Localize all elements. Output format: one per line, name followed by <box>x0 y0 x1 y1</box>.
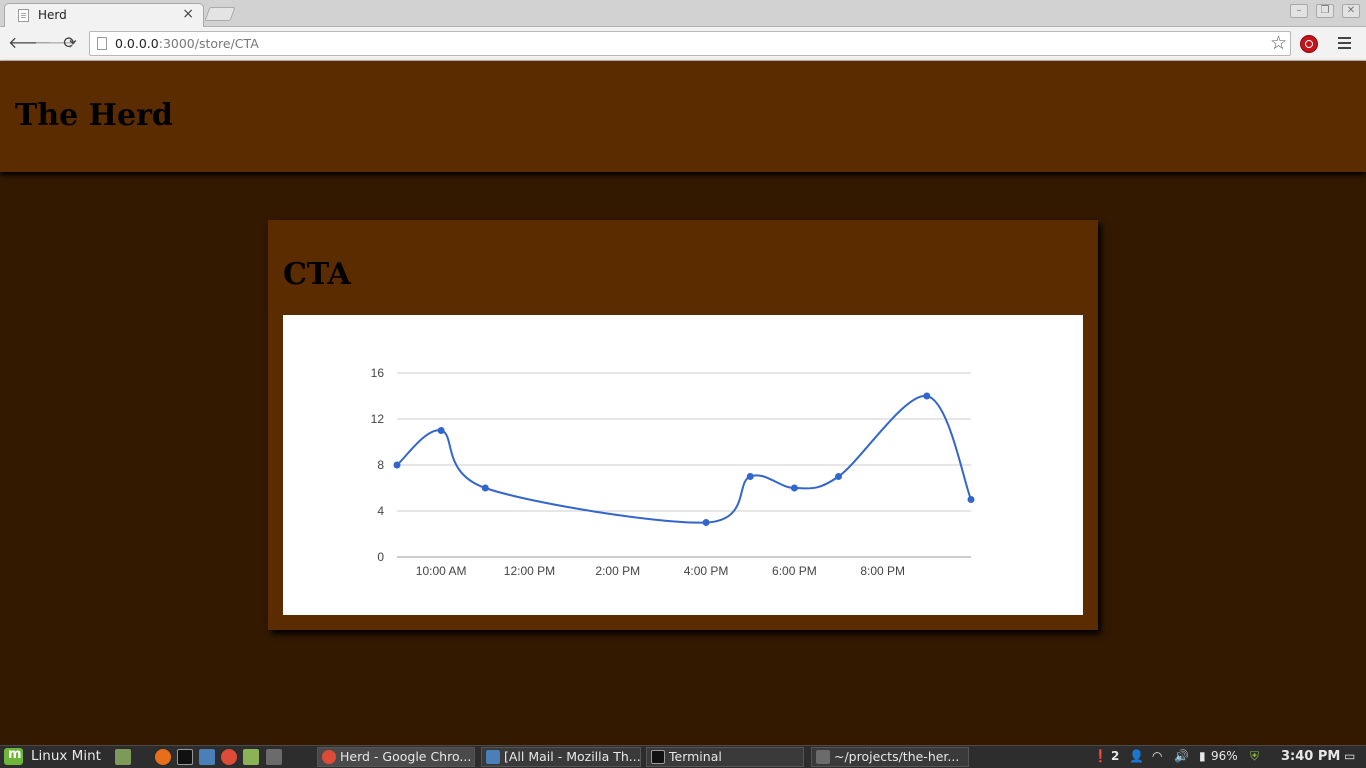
site-title: The Herd <box>15 98 173 133</box>
tab-title: Herd <box>38 8 67 22</box>
task-label: Herd - Google Chro... <box>340 749 472 764</box>
url-text: 0.0.0.0:3000/store/CTA <box>115 36 259 51</box>
site-header: The Herd <box>0 61 1366 172</box>
browser-toolbar: 🡐 🡒 ⟳ 0.0.0.0:3000/store/CTA ☆ <box>0 27 1366 61</box>
new-tab-button[interactable] <box>204 7 236 21</box>
reload-icon[interactable]: ⟳ <box>61 34 79 52</box>
user-icon[interactable]: 👤 <box>1129 749 1144 763</box>
files-icon[interactable] <box>243 749 259 765</box>
x-tick-label: 8:00 PM <box>860 564 905 578</box>
line-chart: 0 4 8 12 16 10:00 AM 12:00 PM 2:00 PM 4:00 PM 6:0… <box>283 315 1083 615</box>
page-icon <box>97 37 107 50</box>
store-title: CTA <box>283 257 351 292</box>
data-point <box>746 473 754 480</box>
taskbar: Linux Mint Herd - Google Chro... [All Ma… <box>0 745 1366 768</box>
workspace-switcher-icon[interactable]: ▭ <box>1344 749 1355 763</box>
y-tick-label: 16 <box>371 366 385 380</box>
page-favicon-icon <box>18 9 29 22</box>
y-tick-label: 4 <box>377 504 384 518</box>
notification-count: 2 <box>1111 749 1120 763</box>
clock[interactable]: 3:40 PM <box>1281 749 1340 764</box>
forward-arrow-icon[interactable]: 🡒 <box>34 34 77 52</box>
close-window-icon[interactable]: ✕ <box>1342 4 1360 18</box>
thunderbird-icon[interactable] <box>199 749 215 765</box>
y-tick-label: 8 <box>377 458 384 472</box>
url-path: :3000/store/CTA <box>158 36 259 51</box>
volume-icon[interactable]: 🔊 <box>1174 749 1189 763</box>
x-tick-label: 4:00 PM <box>684 564 729 578</box>
page-viewport: The Herd CTA 0 4 8 12 16 10:00 AM 12:00 PM 2:00… <box>0 61 1366 745</box>
y-tick-label: 12 <box>371 412 385 426</box>
x-tick-label: 10:00 AM <box>416 564 467 578</box>
x-tick-label: 6:00 PM <box>772 564 817 578</box>
start-menu-label[interactable]: Linux Mint <box>31 748 101 764</box>
data-point <box>790 484 798 492</box>
data-point <box>393 461 401 469</box>
address-bar[interactable]: 0.0.0.0:3000/store/CTA ☆ <box>89 31 1291 56</box>
task-label: ~/projects/the-her... <box>834 749 960 764</box>
data-point <box>835 473 843 480</box>
show-desktop-icon[interactable] <box>115 749 131 765</box>
y-tick-label: 0 <box>377 550 384 564</box>
series-line <box>396 394 972 524</box>
x-tick-label: 12:00 PM <box>504 564 555 578</box>
chrome-icon <box>322 750 336 764</box>
store-card: CTA 0 4 8 12 16 10:00 AM 12:00 PM 2:00 PM 4:00 P… <box>268 220 1098 630</box>
browser-titlebar: Herd × – ❐ ✕ <box>0 0 1366 27</box>
url-host: 0.0.0.0 <box>115 36 159 51</box>
tab-close-icon[interactable]: × <box>182 6 194 22</box>
editor-icon <box>816 750 830 764</box>
task-label: [All Mail - Mozilla Th... <box>504 749 641 764</box>
terminal-icon <box>651 750 665 764</box>
chrome-icon[interactable] <box>221 749 237 765</box>
minimize-window-icon[interactable]: – <box>1290 4 1308 18</box>
terminal-launcher-icon[interactable] <box>177 749 193 765</box>
data-point <box>967 496 975 503</box>
back-arrow-icon[interactable]: 🡐 <box>8 34 51 52</box>
restore-window-icon[interactable]: ❐ <box>1316 4 1334 18</box>
task-chrome[interactable]: Herd - Google Chro... <box>317 747 475 767</box>
mint-menu-icon[interactable] <box>4 747 23 765</box>
update-shield-icon[interactable]: ⛨ <box>1250 749 1259 764</box>
chart-svg: 0 4 8 12 16 10:00 AM 12:00 PM 2:00 PM 4:00 PM 6:0… <box>371 366 975 578</box>
task-thunderbird[interactable]: [All Mail - Mozilla Th... <box>481 747 641 767</box>
data-point <box>481 484 489 492</box>
task-editor[interactable]: ~/projects/the-her... <box>811 747 969 767</box>
battery-icon[interactable]: ▮ <box>1199 749 1206 763</box>
alert-icon[interactable]: ❗ <box>1093 749 1108 763</box>
data-point <box>437 427 445 434</box>
data-point <box>702 519 710 526</box>
task-label: Terminal <box>669 749 722 764</box>
adblock-extension-icon[interactable] <box>1300 35 1318 53</box>
battery-percent: 96% <box>1211 749 1238 763</box>
thunderbird-icon <box>486 750 500 764</box>
sublime-icon[interactable] <box>266 749 282 765</box>
task-terminal[interactable]: Terminal <box>646 747 804 767</box>
wifi-icon[interactable]: ◠ <box>1152 749 1162 763</box>
browser-menu-icon[interactable] <box>1338 37 1351 49</box>
bookmark-star-icon[interactable]: ☆ <box>1270 32 1287 54</box>
firefox-icon[interactable] <box>155 749 171 765</box>
x-tick-label: 2:00 PM <box>595 564 640 578</box>
data-point <box>923 392 931 400</box>
browser-tab[interactable]: Herd × <box>4 3 204 27</box>
